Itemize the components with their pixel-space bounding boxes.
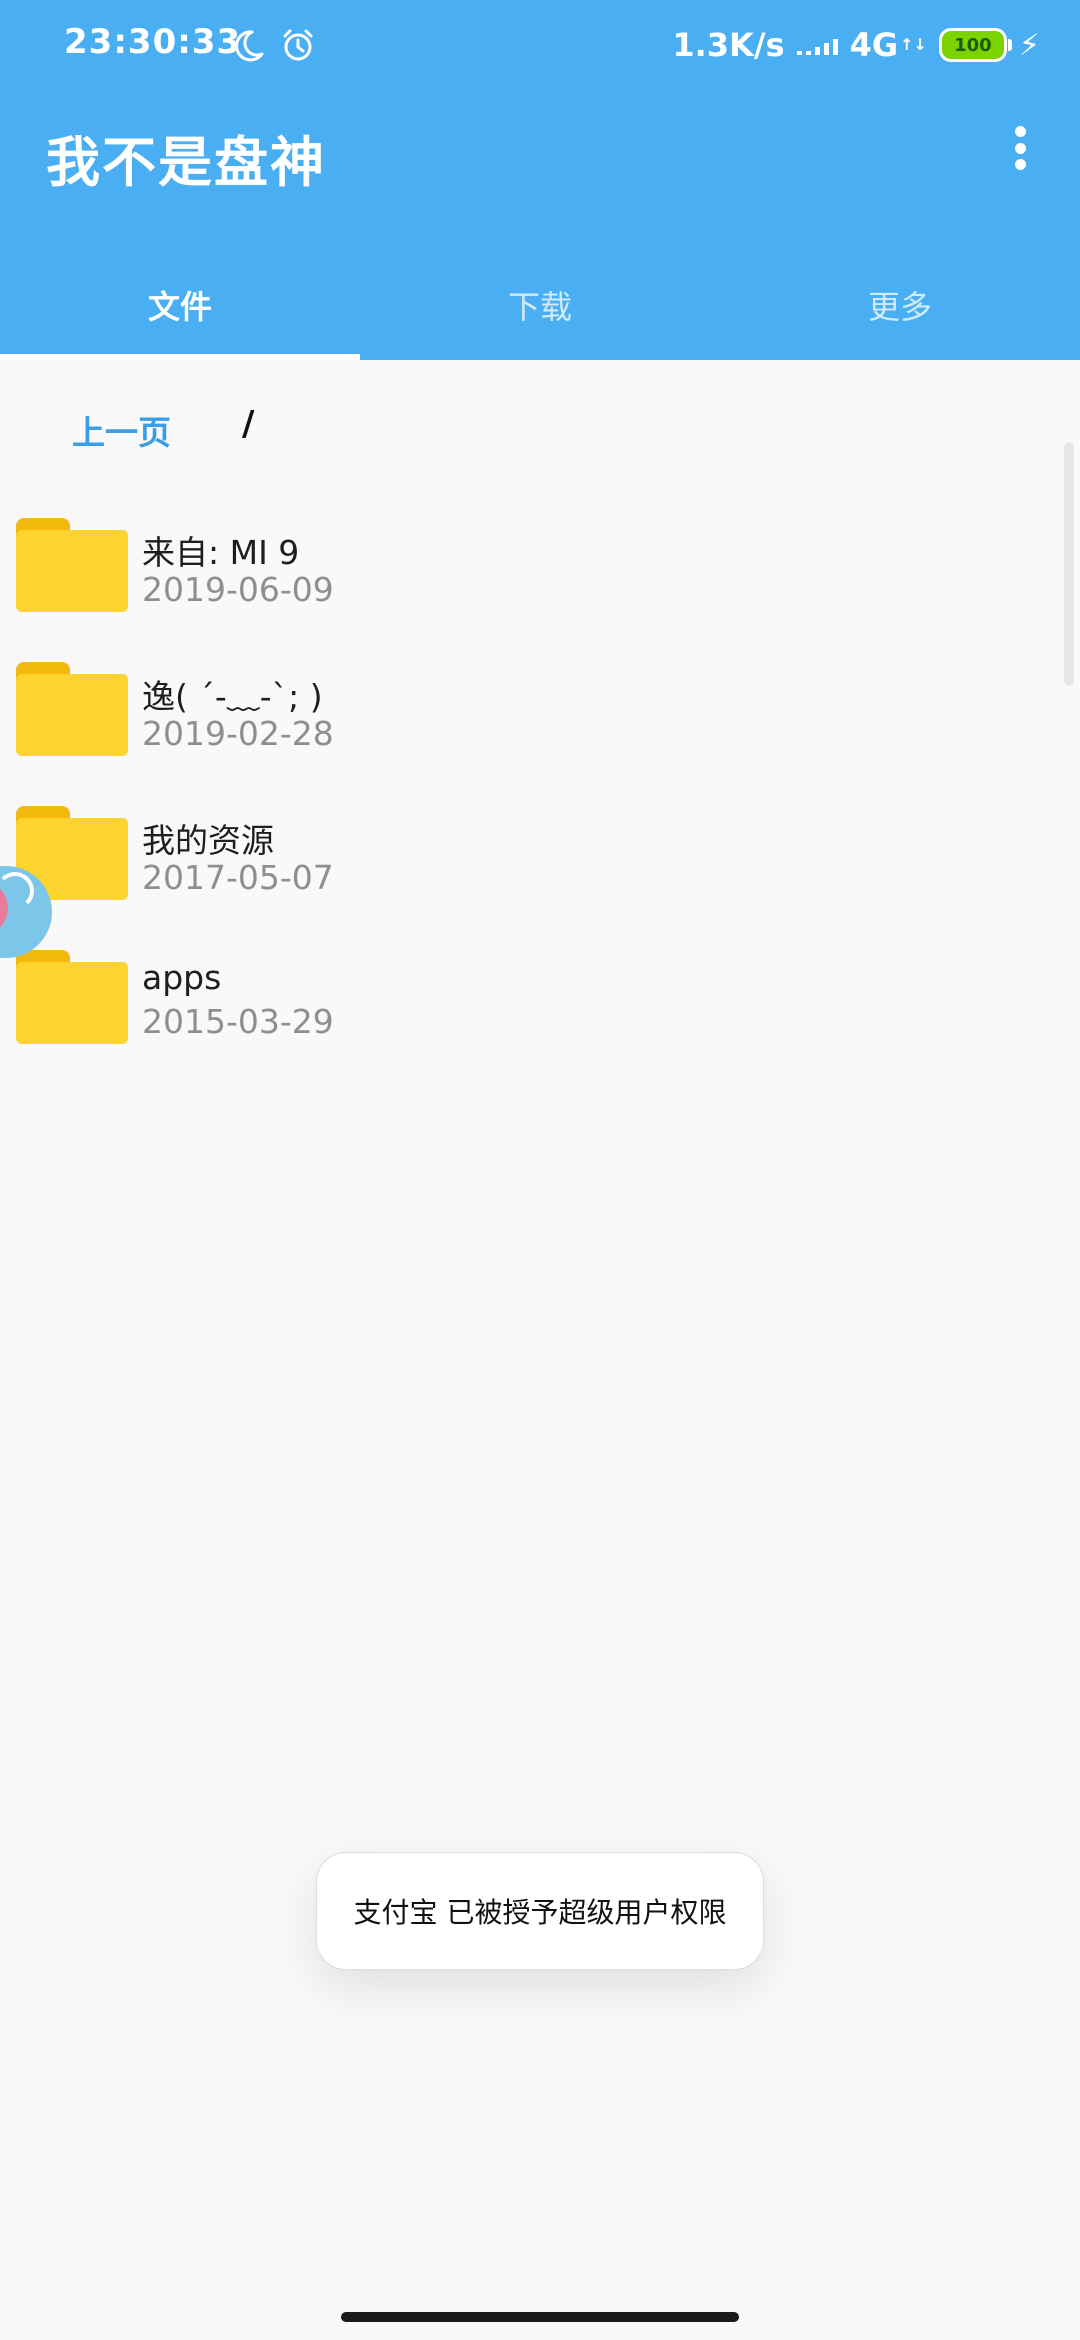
tab-bar: 文件 下载 更多	[0, 250, 1080, 360]
file-date: 2019-02-28	[142, 714, 334, 753]
signal-icon	[796, 35, 838, 55]
list-item[interactable]: 逸( ´-﹏-`; ) 2019-02-28	[0, 644, 1060, 788]
alarm-icon	[283, 29, 313, 61]
status-bar: 23:30:33 1.3K/s 4G ↑↓ 100 ⚡	[0, 0, 1080, 90]
app-header: 23:30:33 1.3K/s 4G ↑↓ 100 ⚡ 我不是盘神 文件 下载 …	[0, 0, 1080, 360]
list-item[interactable]: 我的资源 2017-05-07	[0, 788, 1060, 932]
file-name: 我的资源	[142, 821, 274, 860]
status-right-cluster: 1.3K/s 4G ↑↓ 100 ⚡	[672, 20, 1040, 70]
network-type: 4G	[849, 26, 899, 64]
file-name: 逸( ´-﹏-`; )	[142, 677, 323, 716]
more-vert-icon	[1014, 126, 1026, 137]
network-indicator: 4G ↑↓	[850, 26, 927, 64]
tab-more[interactable]: 更多	[720, 250, 1080, 360]
current-path: /	[242, 404, 255, 444]
battery-icon: 100	[938, 28, 1012, 62]
status-time: 23:30:33	[64, 22, 242, 62]
moon-icon	[235, 30, 264, 62]
folder-icon	[16, 518, 128, 612]
net-speed: 1.3K/s	[672, 26, 785, 64]
more-menu-button[interactable]	[1000, 120, 1040, 176]
list-item[interactable]: 来自: MI 9 2019-06-09	[0, 500, 1060, 644]
app-title: 我不是盘神	[46, 131, 326, 194]
charging-icon: ⚡	[1018, 27, 1040, 63]
file-date: 2015-03-29	[142, 1002, 334, 1041]
file-date: 2017-05-07	[142, 858, 334, 897]
toast-message: 支付宝 已被授予超级用户权限	[316, 1852, 764, 1970]
tab-files[interactable]: 文件	[0, 250, 360, 360]
folder-icon	[16, 950, 128, 1044]
scrollbar[interactable]	[1064, 442, 1074, 686]
tab-downloads[interactable]: 下载	[360, 250, 720, 360]
list-item[interactable]: apps 2015-03-29	[0, 932, 1060, 1076]
home-indicator[interactable]	[341, 2312, 739, 2322]
more-vert-icon-dot	[1014, 142, 1026, 154]
file-name: apps	[142, 958, 222, 997]
file-list: 来自: MI 9 2019-06-09 逸( ´-﹏-`; ) 2019-02-…	[0, 500, 1060, 1076]
folder-icon	[16, 662, 128, 756]
path-bar: 上一页 /	[0, 360, 1080, 500]
battery-level: 100	[954, 34, 992, 56]
previous-page-button[interactable]: 上一页	[72, 406, 171, 454]
file-name: 来自: MI 9	[142, 533, 300, 572]
network-arrows-icon: ↑↓	[900, 35, 927, 54]
more-vert-icon-dot	[1014, 159, 1026, 170]
file-date: 2019-06-09	[142, 570, 334, 609]
